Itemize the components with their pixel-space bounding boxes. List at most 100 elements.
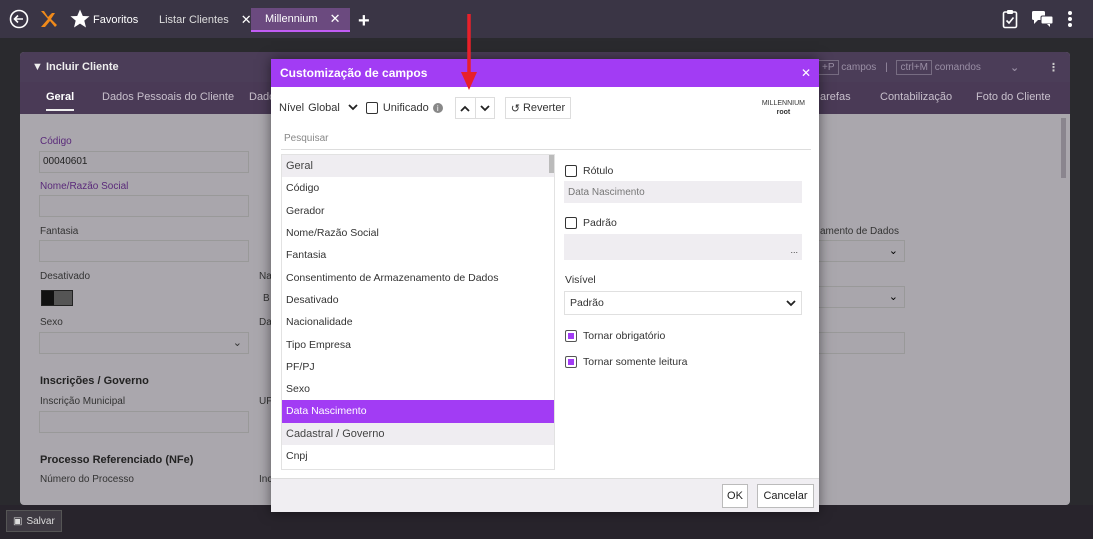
dialog-header: Customização de campos ✕ [271, 59, 819, 87]
search-input[interactable]: Pesquisar [281, 128, 811, 150]
rotulo-input[interactable]: Data Nascimento [564, 181, 802, 203]
page-scrollbar[interactable] [1061, 118, 1066, 178]
padrao-checkbox[interactable] [565, 217, 577, 229]
visivel-value: Padrão [570, 297, 604, 309]
separator: | [885, 61, 888, 73]
save-label: Salvar [26, 515, 55, 527]
close-icon[interactable]: ✕ [241, 12, 252, 28]
list-item[interactable]: Consentimento de Armazenamento de Dados [282, 266, 554, 288]
ellipsis-button[interactable]: ... [790, 245, 798, 255]
b-value-partial: B [263, 293, 270, 304]
somente-leitura-row: Tornar somente leitura [565, 356, 687, 368]
codigo-field[interactable]: 00040601 [39, 151, 249, 173]
clipboard-icon[interactable] [1001, 9, 1019, 29]
nivel-select[interactable]: Global [308, 102, 358, 114]
right-field[interactable] [815, 332, 905, 354]
star-icon[interactable] [69, 8, 91, 30]
numero-processo-label: Número do Processo [40, 474, 134, 485]
list-item[interactable]: Fantasia [282, 244, 554, 266]
list-item[interactable]: Desativado [282, 289, 554, 311]
shortcut-key: +P [818, 59, 839, 75]
padrao-input[interactable]: ... [564, 234, 802, 260]
obrigatorio-checkbox[interactable] [565, 330, 577, 342]
padrao-row: Padrão [565, 217, 617, 229]
move-down-button[interactable] [474, 97, 495, 119]
somente-leitura-checkbox[interactable] [565, 356, 577, 368]
shortcut-key: ctrl+M [896, 59, 932, 75]
armazenamento-label: amento de Dados [820, 226, 899, 237]
back-icon[interactable] [9, 9, 29, 29]
top-bar: Favoritos Listar Clientes ✕ Millennium ✕… [0, 0, 1093, 38]
nacionalidade-label-partial: Na [259, 271, 272, 282]
list-item[interactable]: Nacionalidade [282, 311, 554, 333]
list-item[interactable]: PF/PJ [282, 356, 554, 378]
add-tab-icon[interactable]: + [358, 10, 370, 33]
tab-millennium[interactable]: Millennium ✕ [251, 8, 351, 32]
app-logo-icon[interactable] [38, 9, 58, 29]
list-item-selected[interactable]: Data Nascimento [282, 400, 554, 423]
shortcut-label: comandos [934, 61, 981, 73]
cancel-button[interactable]: Cancelar [757, 484, 814, 508]
inscricoes-heading: Inscrições / Governo [40, 375, 149, 387]
favorites-link[interactable]: Favoritos [93, 8, 138, 32]
fantasia-label: Fantasia [40, 226, 79, 237]
list-item[interactable]: Gerador [282, 200, 554, 222]
tab-tarefas[interactable]: arefas [820, 91, 851, 103]
rotulo-checkbox[interactable] [565, 165, 577, 177]
more-vertical-icon[interactable] [1066, 10, 1074, 28]
unificado-label: Unificado [382, 102, 429, 114]
desativado-toggle[interactable] [41, 290, 73, 306]
list-item[interactable]: Sexo [282, 378, 554, 400]
list-item[interactable]: Tipo Empresa [282, 333, 554, 355]
visivel-select[interactable]: Padrão [564, 291, 802, 315]
tab-listar-clientes[interactable]: Listar Clientes ✕ [159, 8, 252, 32]
visivel-label: Visível [565, 274, 596, 286]
inscricao-municipal-field[interactable] [39, 411, 249, 433]
sexo-label: Sexo [40, 317, 63, 328]
codigo-value: 00040601 [43, 156, 88, 167]
list-scrollbar[interactable] [549, 155, 554, 173]
close-icon[interactable]: ✕ [801, 66, 811, 80]
field-list[interactable]: Geral Código Gerador Nome/Razão Social F… [281, 154, 555, 470]
ok-button[interactable]: OK [722, 484, 748, 508]
user-org: MILLENNIUM [761, 100, 805, 107]
chat-icon[interactable] [1031, 10, 1055, 28]
undo-icon: ↺ [510, 102, 520, 115]
tab-foto-cliente[interactable]: Foto do Cliente [976, 91, 1051, 103]
armazenamento-select[interactable]: ⌄ [815, 240, 905, 262]
dialog-toolbar: Nível Global Unificado i ↺ Reverter MILL… [279, 95, 811, 121]
tab-contabilizacao[interactable]: Contabilização [880, 91, 952, 103]
save-icon: ▣ [13, 515, 23, 527]
panel-title: ▼ Incluir Cliente [32, 61, 119, 73]
unificado-checkbox[interactable] [365, 102, 378, 114]
codigo-label: Código [40, 136, 72, 147]
chevron-down-icon: ⌄ [888, 291, 898, 303]
tab-label: Listar Clientes [159, 14, 229, 26]
tab-dados-pessoais[interactable]: Dados Pessoais do Cliente [102, 91, 234, 103]
reverter-button[interactable]: ↺ Reverter [504, 97, 572, 119]
tab-geral[interactable]: Geral [46, 91, 75, 111]
dialog-footer: OK Cancelar [271, 478, 819, 512]
sexo-select[interactable]: ⌄ [39, 332, 249, 354]
close-icon[interactable]: ✕ [330, 11, 341, 27]
desativado-label: Desativado [40, 271, 91, 282]
inscricao-municipal-label: Inscrição Municipal [40, 396, 126, 407]
rotulo-label: Rótulo [583, 165, 614, 177]
reverter-label: Reverter [522, 102, 566, 114]
shortcut-label: campos [841, 61, 877, 73]
nivel-label: Nível [279, 102, 305, 114]
dialog-title: Customização de campos [280, 66, 428, 80]
list-group-header: Geral [282, 155, 554, 178]
move-up-button[interactable] [454, 97, 475, 119]
chevron-down-icon: ⌄ [1010, 61, 1020, 74]
info-icon[interactable]: i [432, 103, 443, 113]
field-customization-dialog: Customização de campos ✕ Nível Global Un… [271, 59, 819, 512]
list-item[interactable]: Nome/Razão Social [282, 222, 554, 244]
annotation-arrow-icon [461, 14, 477, 90]
fantasia-field[interactable] [39, 240, 249, 262]
list-item[interactable]: Código [282, 177, 554, 199]
list-item[interactable]: Cnpj [282, 445, 554, 467]
nome-field[interactable] [39, 195, 249, 217]
right-select[interactable]: ⌄ [815, 286, 905, 308]
save-button[interactable]: ▣ Salvar [6, 510, 62, 532]
